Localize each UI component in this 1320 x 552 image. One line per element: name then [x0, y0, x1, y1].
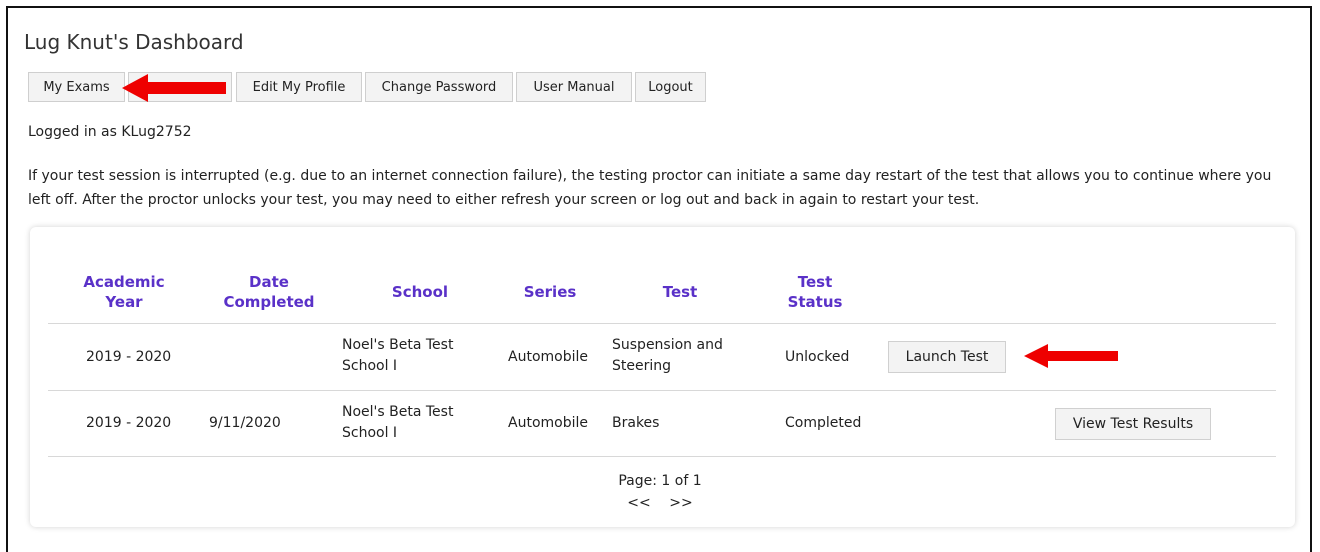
col-header-date-completed: Date Completed — [223, 273, 315, 311]
col-header-school: School — [391, 283, 449, 301]
col-header-academic-year: Academic Year — [83, 273, 165, 311]
pagination-label: Page: 1 of 1 — [618, 473, 702, 489]
cell-academic-year: 2019 - 2020 — [86, 349, 172, 365]
launch-test-button[interactable]: Launch Test — [888, 341, 1006, 373]
pagination-controls: << >> — [0, 495, 1320, 511]
cell-status: Completed — [785, 415, 862, 431]
page-title: Lug Knut's Dashboard — [24, 30, 244, 54]
cell-school: Noel's Beta Test School I — [342, 337, 454, 374]
view-test-results-button[interactable]: View Test Results — [1055, 408, 1211, 440]
cell-series: Automobile — [508, 349, 588, 365]
pagination-prev-link[interactable]: << — [627, 495, 650, 511]
cell-school: Noel's Beta Test School I — [342, 404, 454, 441]
nav-edit-profile-button[interactable]: Edit My Profile — [236, 72, 362, 102]
row-divider — [48, 456, 1276, 457]
col-header-test: Test — [662, 283, 698, 301]
red-arrow-annotation-icon — [1024, 344, 1118, 368]
nav-logout-button[interactable]: Logout — [635, 72, 706, 102]
row-divider — [48, 390, 1276, 391]
cell-test: Brakes — [612, 415, 660, 431]
cell-series: Automobile — [508, 415, 588, 431]
nav-my-exams-button[interactable]: My Exams — [28, 72, 125, 102]
nav-change-password-button[interactable]: Change Password — [365, 72, 513, 102]
red-arrow-annotation-icon — [122, 74, 226, 102]
cell-date-completed: 9/11/2020 — [209, 415, 281, 431]
cell-academic-year: 2019 - 2020 — [86, 415, 172, 431]
cell-status: Unlocked — [785, 349, 850, 365]
cell-test: Suspension and Steering — [612, 337, 723, 374]
header-divider — [48, 323, 1276, 324]
session-notice: If your test session is interrupted (e.g… — [28, 168, 1272, 208]
logged-in-text: Logged in as KLug2752 — [28, 124, 192, 140]
col-header-test-status: Test Status — [787, 273, 843, 311]
col-header-series: Series — [523, 283, 577, 301]
nav-user-manual-button[interactable]: User Manual — [516, 72, 632, 102]
pagination-next-link[interactable]: >> — [669, 495, 692, 511]
